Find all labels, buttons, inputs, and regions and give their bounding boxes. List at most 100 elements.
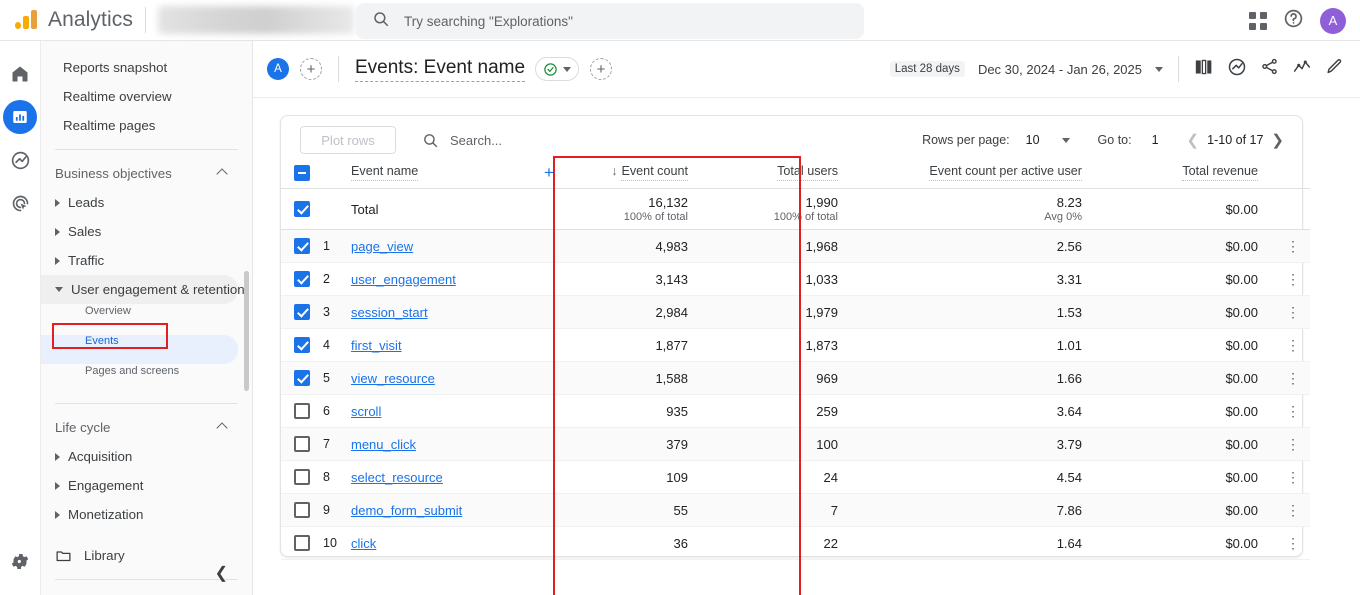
edit-icon[interactable] (1325, 57, 1344, 81)
row-index: 2 (323, 262, 351, 296)
row-actions-button[interactable]: ⋮ (1276, 526, 1310, 560)
sidebar-item-realtime-pages[interactable]: Realtime pages (41, 111, 238, 140)
rail-item-advertising[interactable] (3, 186, 37, 220)
go-to-value[interactable]: 1 (1152, 133, 1159, 147)
row-actions-button[interactable]: ⋮ (1276, 262, 1310, 296)
rail-item-admin[interactable] (10, 551, 31, 577)
next-page-button[interactable]: ❯ (1271, 131, 1284, 149)
table-row[interactable]: 3 session_start 2,984 1,979 1.53 $0.00 ⋮ (281, 295, 1310, 329)
trend-icon[interactable] (1292, 58, 1312, 81)
row-actions-button[interactable]: ⋮ (1276, 460, 1310, 494)
row-actions-button[interactable]: ⋮ (1276, 295, 1310, 329)
share-icon[interactable] (1260, 57, 1279, 81)
sidebar-item-monetization[interactable]: Monetization (41, 500, 238, 529)
add-dimension-button[interactable]: + (544, 163, 554, 182)
sidebar-item-traffic[interactable]: Traffic (41, 246, 238, 275)
table-row[interactable]: 4 first_visit 1,877 1,873 1.01 $0.00 ⋮ (281, 328, 1310, 362)
table-row[interactable]: 2 user_engagement 3,143 1,033 3.31 $0.00 ⋮ (281, 262, 1310, 296)
table-row[interactable]: 1 page_view 4,983 1,968 2.56 $0.00 ⋮ (281, 229, 1310, 263)
collapse-sidebar-button[interactable]: ❮ (215, 563, 228, 583)
rail-item-home[interactable] (3, 57, 37, 91)
table-search[interactable]: Search... (422, 132, 502, 149)
property-selector[interactable] (157, 6, 354, 34)
date-range-value[interactable]: Dec 30, 2024 - Jan 26, 2025 (978, 62, 1142, 77)
row-actions-button[interactable]: ⋮ (1276, 427, 1310, 461)
column-header-event-count-per-active-user[interactable]: Event count per active user (860, 164, 1104, 189)
row-actions-button[interactable]: ⋮ (1276, 328, 1310, 362)
sidebar-item-pages-and-screens[interactable]: Pages and screens (41, 365, 238, 394)
row-actions-button[interactable]: ⋮ (1276, 394, 1310, 428)
add-filter-button[interactable]: + (590, 58, 613, 80)
table-row[interactable]: 8 select_resource 109 24 4.54 $0.00 ⋮ (281, 460, 1310, 494)
previous-page-button[interactable]: ❮ (1187, 131, 1200, 149)
row-checkbox[interactable] (294, 502, 310, 519)
sidebar-item-overview[interactable]: Overview (41, 305, 238, 334)
sidebar-item-realtime-overview[interactable]: Realtime overview (41, 82, 238, 111)
table-row[interactable]: 5 view_resource 1,588 969 1.66 $0.00 ⋮ (281, 361, 1310, 395)
sidebar-item-user-engagement-retention[interactable]: User engagement & retention (41, 275, 245, 304)
row-checkbox[interactable] (294, 337, 310, 354)
date-range-chevron-down-icon[interactable] (1155, 66, 1163, 72)
event-name-link[interactable]: session_start (351, 305, 428, 320)
event-name-link[interactable]: scroll (351, 404, 381, 419)
sidebar-item-label: Overview (85, 305, 131, 317)
row-actions-button[interactable]: ⋮ (1276, 361, 1310, 395)
chevron-right-icon (55, 452, 60, 461)
table-row[interactable]: 9 demo_form_submit 55 7 7.86 $0.00 ⋮ (281, 493, 1310, 527)
row-checkbox[interactable] (294, 238, 310, 255)
add-comparison-button[interactable]: + (300, 58, 322, 80)
row-actions-button[interactable]: ⋮ (1276, 493, 1310, 527)
date-range-badge: Last 28 days (889, 61, 965, 77)
event-name-link[interactable]: demo_form_submit (351, 503, 462, 518)
sidebar-group-business-objectives[interactable]: Business objectives (41, 159, 238, 188)
row-checkbox[interactable] (294, 304, 310, 321)
rows-per-page-chevron-down-icon[interactable] (1061, 137, 1070, 143)
event-name-link[interactable]: menu_click (351, 437, 416, 452)
rail-item-explore[interactable] (3, 143, 37, 177)
sidebar-item-reports-snapshot[interactable]: Reports snapshot (41, 53, 238, 82)
sidebar-item-engagement[interactable]: Engagement (41, 471, 238, 500)
dimension-status-chip[interactable] (535, 57, 580, 81)
row-event-name: first_visit (351, 328, 526, 362)
sidebar-item-leads[interactable]: Leads (41, 188, 238, 217)
help-icon[interactable] (1283, 8, 1304, 34)
rail-item-reports[interactable] (3, 100, 37, 134)
event-name-link[interactable]: view_resource (351, 371, 435, 386)
column-header-event-count[interactable]: ↓ Event count (572, 164, 710, 189)
event-name-link[interactable]: first_visit (351, 338, 402, 353)
total-row-checkbox[interactable] (294, 201, 310, 218)
sidebar-item-acquisition[interactable]: Acquisition (41, 442, 238, 471)
insights-icon[interactable] (1227, 57, 1247, 82)
global-search[interactable]: Try searching "Explorations" (356, 3, 864, 39)
row-checkbox[interactable] (294, 271, 310, 288)
column-header-total-users[interactable]: Total users (710, 164, 860, 189)
sidebar-scrollbar[interactable] (244, 271, 249, 391)
table-row[interactable]: 6 scroll 935 259 3.64 $0.00 ⋮ (281, 394, 1310, 428)
plot-rows-button[interactable]: Plot rows (300, 126, 396, 154)
table-row[interactable]: 7 menu_click 379 100 3.79 $0.00 ⋮ (281, 427, 1310, 461)
event-name-link[interactable]: click (351, 536, 376, 551)
select-all-checkbox[interactable] (294, 165, 310, 181)
rows-per-page-value[interactable]: 10 (1026, 133, 1040, 147)
event-name-link[interactable]: user_engagement (351, 272, 456, 287)
total-total-users-value: 1,990 (805, 195, 838, 210)
row-actions-button[interactable]: ⋮ (1276, 229, 1310, 263)
avatar[interactable]: A (1320, 7, 1346, 34)
row-checkbox[interactable] (294, 403, 310, 420)
apps-grid-icon[interactable] (1249, 11, 1267, 30)
column-header-total-revenue[interactable]: Total revenue (1104, 164, 1276, 189)
sidebar-group-life-cycle[interactable]: Life cycle (41, 413, 238, 442)
row-checkbox[interactable] (294, 436, 310, 453)
sidebar-divider (55, 403, 238, 404)
event-name-link[interactable]: page_view (351, 239, 413, 254)
sidebar-item-sales[interactable]: Sales (41, 217, 238, 246)
row-checkbox[interactable] (294, 370, 310, 387)
row-checkbox[interactable] (294, 535, 310, 552)
event-name-link[interactable]: select_resource (351, 470, 443, 485)
row-checkbox[interactable] (294, 469, 310, 486)
table-row[interactable]: 10 click 36 22 1.64 $0.00 ⋮ (281, 526, 1310, 560)
column-header-event-name[interactable]: Event name (351, 164, 526, 189)
sidebar-item-library[interactable]: Library (41, 541, 238, 570)
sidebar-item-events[interactable]: Events (41, 335, 238, 364)
compare-icon[interactable] (1194, 58, 1214, 81)
